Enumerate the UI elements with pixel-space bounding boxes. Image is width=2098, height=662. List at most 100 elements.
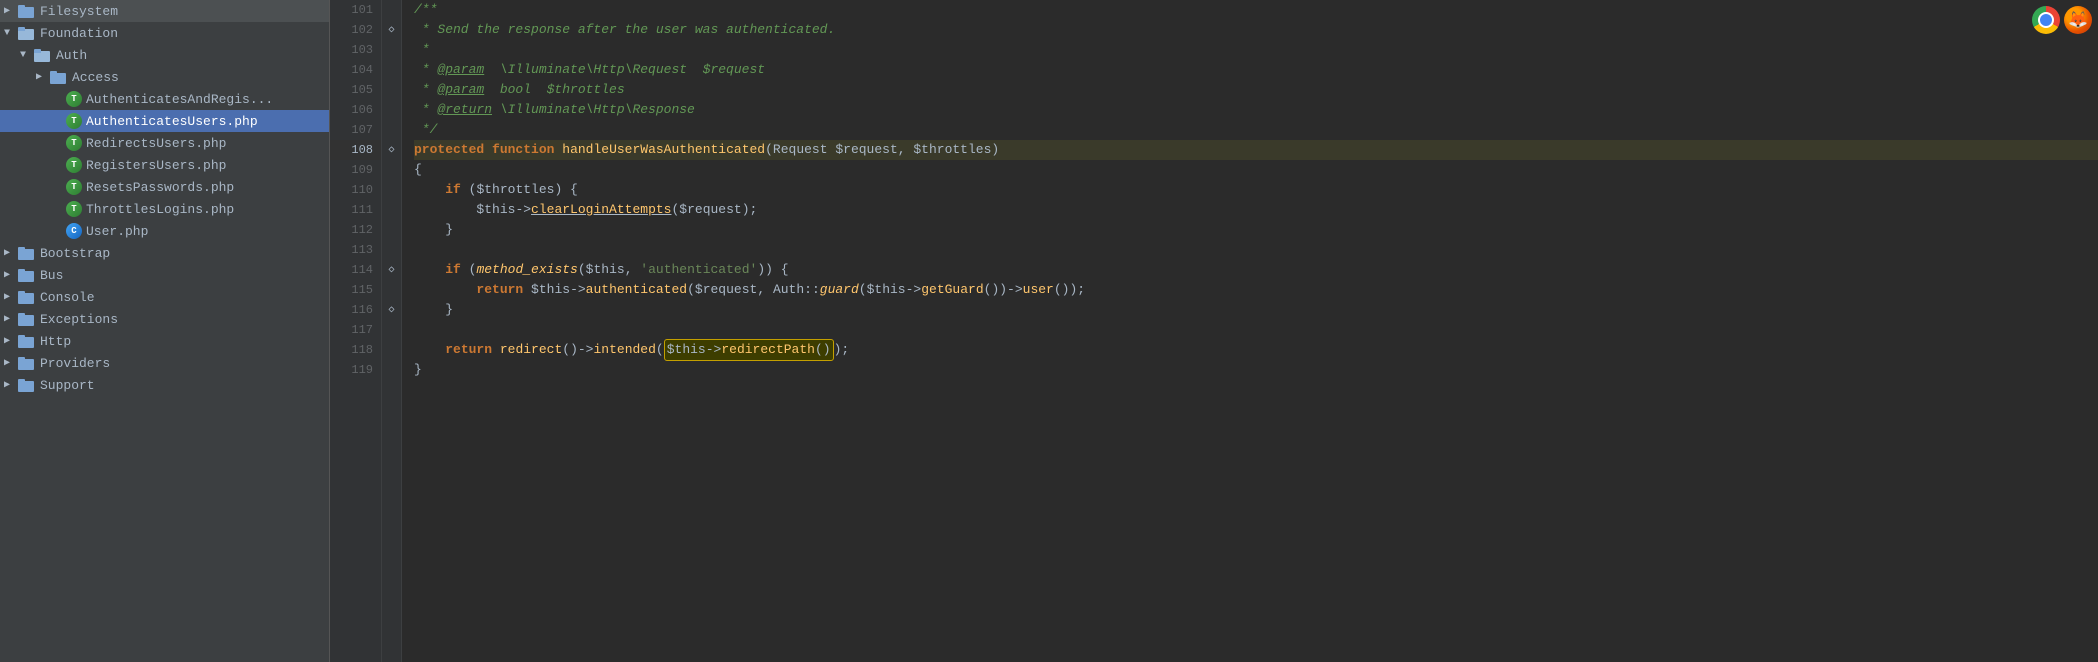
sidebar-item-label: Access (72, 70, 119, 85)
sidebar-item-bootstrap[interactable]: ▶ Bootstrap (0, 242, 329, 264)
sidebar-item-auth[interactable]: ▼ Auth (0, 44, 329, 66)
sidebar-item-redirects-users[interactable]: ▶ T RedirectsUsers.php (0, 132, 329, 154)
sidebar-item-label: Bus (40, 268, 63, 283)
folder-icon (18, 268, 36, 282)
code-line-112: } (414, 220, 2098, 240)
line-number-active: 108 (330, 140, 381, 160)
gutter-cell (382, 120, 401, 140)
sidebar-item-registers-users[interactable]: ▶ T RegistersUsers.php (0, 154, 329, 176)
gutter-cell (382, 240, 401, 260)
arrow-icon: ▶ (4, 379, 18, 391)
line-number: 112 (330, 220, 381, 240)
sidebar-item-label: Http (40, 334, 71, 349)
folder-icon (18, 246, 36, 260)
code-content[interactable]: /** * Send the response after the user w… (402, 0, 2098, 662)
code-line-102: * Send the response after the user was a… (414, 20, 2098, 40)
sidebar: ▶ Filesystem ▼ Foundation ▼ Auth ▶ Acces… (0, 0, 330, 662)
line-number: 110 (330, 180, 381, 200)
sidebar-item-exceptions[interactable]: ▶ Exceptions (0, 308, 329, 330)
line-number: 115 (330, 280, 381, 300)
browser-icons: 🦊 (2032, 6, 2092, 34)
sidebar-item-label: Foundation (40, 26, 118, 41)
code-line-119: } (414, 360, 2098, 380)
gutter-cell (382, 200, 401, 220)
folder-icon (18, 356, 36, 370)
arrow-icon: ▼ (20, 50, 34, 61)
gutter-cell (382, 180, 401, 200)
code-line-113 (414, 240, 2098, 260)
chrome-icon[interactable] (2032, 6, 2060, 34)
sidebar-item-providers[interactable]: ▶ Providers (0, 352, 329, 374)
folder-icon (18, 4, 36, 18)
arrow-icon: ▶ (36, 71, 50, 83)
gutter-cell (382, 340, 401, 360)
code-line-117 (414, 320, 2098, 340)
sidebar-item-label: AuthenticatesUsers.php (86, 114, 258, 129)
line-number: 107 (330, 120, 381, 140)
php-icon-blue: C (66, 223, 82, 239)
code-line-109: { (414, 160, 2098, 180)
line-number: 114 (330, 260, 381, 280)
php-icon: T (66, 201, 82, 217)
sidebar-item-access[interactable]: ▶ Access (0, 66, 329, 88)
sidebar-item-console[interactable]: ▶ Console (0, 286, 329, 308)
sidebar-item-label: RegistersUsers.php (86, 158, 226, 173)
line-number: 104 (330, 60, 381, 80)
gutter-cell (382, 320, 401, 340)
code-line-115: return $this->authenticated($request, Au… (414, 280, 2098, 300)
gutter-cell (382, 100, 401, 120)
line-number: 116 (330, 300, 381, 320)
sidebar-item-bus[interactable]: ▶ Bus (0, 264, 329, 286)
gutter-cell-marker: ◇ (382, 260, 401, 280)
arrow-icon: ▶ (4, 269, 18, 281)
sidebar-item-label: Providers (40, 356, 110, 371)
sidebar-item-http[interactable]: ▶ Http (0, 330, 329, 352)
arrow-icon: ▶ (4, 291, 18, 303)
code-editor[interactable]: 101 102 103 104 105 106 107 108 109 110 … (330, 0, 2098, 662)
gutter-cell-marker: ◇ (382, 300, 401, 320)
gutter-cell (382, 220, 401, 240)
code-line-106: * @return \Illuminate\Http\Response (414, 100, 2098, 120)
sidebar-item-authenticates-users[interactable]: ▶ T AuthenticatesUsers.php (0, 110, 329, 132)
code-line-107: */ (414, 120, 2098, 140)
line-number: 113 (330, 240, 381, 260)
sidebar-item-label: Support (40, 378, 95, 393)
sidebar-item-label: Filesystem (40, 4, 118, 19)
gutter-cell (382, 160, 401, 180)
gutter-cell (382, 60, 401, 80)
line-number: 103 (330, 40, 381, 60)
sidebar-item-authenticates-and-regis[interactable]: ▶ T AuthenticatesAndRegis... (0, 88, 329, 110)
sidebar-item-label: ResetsPasswords.php (86, 180, 234, 195)
php-icon: T (66, 113, 82, 129)
gutter-cell (382, 280, 401, 300)
line-number: 102 (330, 20, 381, 40)
folder-icon (34, 48, 52, 62)
gutter: ◇ ◇ ◇ ◇ (382, 0, 402, 662)
gutter-cell-marker: ◇ (382, 20, 401, 40)
sidebar-item-label: RedirectsUsers.php (86, 136, 226, 151)
arrow-icon: ▶ (4, 313, 18, 325)
code-line-101: /** (414, 0, 2098, 20)
php-icon: T (66, 91, 82, 107)
sidebar-item-filesystem[interactable]: ▶ Filesystem (0, 0, 329, 22)
line-number: 111 (330, 200, 381, 220)
arrow-icon: ▶ (4, 335, 18, 347)
arrow-icon: ▼ (4, 28, 18, 39)
code-line-104: * @param \Illuminate\Http\Request $reque… (414, 60, 2098, 80)
line-number: 101 (330, 0, 381, 20)
line-numbers: 101 102 103 104 105 106 107 108 109 110 … (330, 0, 382, 662)
line-number: 117 (330, 320, 381, 340)
sidebar-item-resets-passwords[interactable]: ▶ T ResetsPasswords.php (0, 176, 329, 198)
sidebar-item-foundation[interactable]: ▼ Foundation (0, 22, 329, 44)
sidebar-item-label: Exceptions (40, 312, 118, 327)
php-icon: T (66, 135, 82, 151)
arrow-icon: ▶ (4, 5, 18, 17)
code-line-111: $this->clearLoginAttempts($request); (414, 200, 2098, 220)
line-number: 119 (330, 360, 381, 380)
sidebar-item-user[interactable]: ▶ C User.php (0, 220, 329, 242)
sidebar-item-support[interactable]: ▶ Support (0, 374, 329, 396)
arrow-icon: ▶ (4, 247, 18, 259)
gutter-cell (382, 40, 401, 60)
sidebar-item-throttles-logins[interactable]: ▶ T ThrottlesLogins.php (0, 198, 329, 220)
firefox-icon[interactable]: 🦊 (2064, 6, 2092, 34)
